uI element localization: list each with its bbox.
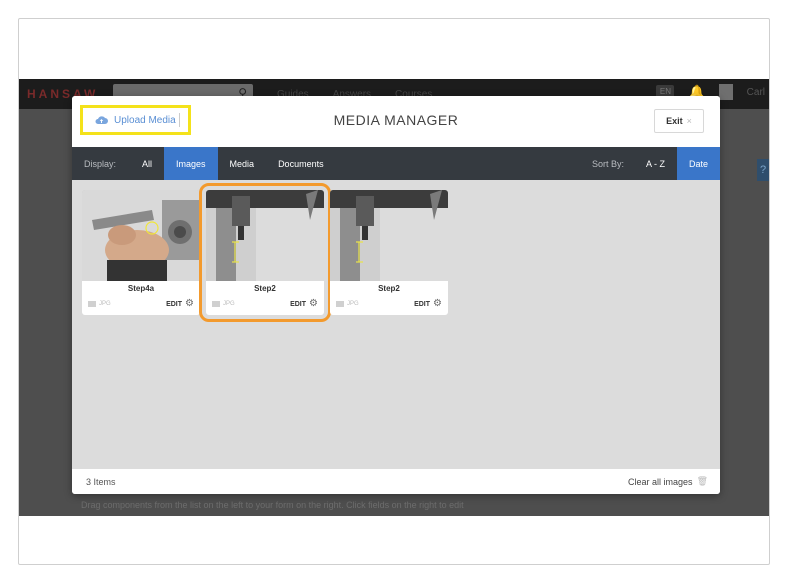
filter-documents[interactable]: Documents [266,147,336,180]
filter-toolbar: Display: All Images Media Documents Sort… [72,147,720,180]
media-name: Step2 [254,284,276,293]
screenshot-frame: HANSAW ⚲ Guides Answers Courses EN 🔔 Car… [18,18,770,565]
file-type-label: JPG [347,301,359,307]
thumbnail-image[interactable] [82,190,200,281]
image-file-icon [88,301,96,307]
sort-date[interactable]: Date [676,147,720,180]
trash-icon: 🗑 [696,476,708,486]
media-card[interactable]: Step4a JPG EDIT ⚙ [82,190,200,315]
gear-icon: ⚙ [433,298,442,309]
filter-media[interactable]: Media [218,147,267,180]
editor-instructions: Drag components from the list on the lef… [81,500,464,510]
file-type-label: JPG [99,301,111,307]
help-button[interactable]: ? [757,159,769,181]
media-manager-modal: Upload Media MEDIA MANAGER Exit × Displa… [72,96,720,494]
media-card-selected[interactable]: Step2 JPG EDIT ⚙ [199,183,331,322]
file-type: JPG [336,301,359,307]
gear-icon: ⚙ [309,298,318,309]
media-name: Step2 [378,284,400,293]
clear-all-label: Clear all images [628,476,693,487]
app-screen: HANSAW ⚲ Guides Answers Courses EN 🔔 Car… [19,79,769,516]
filter-images[interactable]: Images [164,147,218,180]
exit-button[interactable]: Exit × [654,109,704,133]
image-file-icon [212,301,220,307]
thumbnail-image[interactable] [330,190,448,281]
display-label: Display: [84,158,117,169]
edit-button[interactable]: EDIT ⚙ [290,299,318,309]
media-grid: Step4a JPG EDIT ⚙ Step2 JPG EDIT ⚙ Step2… [82,183,450,322]
edit-label: EDIT [166,300,183,308]
file-type: JPG [88,301,111,307]
image-file-icon [336,301,344,307]
edit-label: EDIT [414,300,431,308]
modal-footer: 3 Items Clear all images 🗑 [72,469,720,494]
modal-title: MEDIA MANAGER [333,112,459,128]
sort-options: Sort By: A - Z Date [580,147,720,180]
file-type-label: JPG [223,301,235,307]
user-name[interactable]: Carl [747,87,765,98]
exit-label: Exit [666,116,683,126]
sort-label: Sort By: [591,158,624,169]
close-icon: × [686,116,692,126]
clear-all-images-button[interactable]: Clear all images 🗑 [628,476,708,487]
media-name: Step4a [127,284,155,293]
edit-button[interactable]: EDIT ⚙ [414,299,442,309]
media-card[interactable]: Step2 JPG EDIT ⚙ [330,190,448,315]
file-type: JPG [212,301,235,307]
display-filters: Display: All Images Media Documents [72,147,336,180]
media-card-footer: JPG EDIT ⚙ [82,293,200,315]
gear-icon: ⚙ [185,298,194,309]
media-card-footer: JPG EDIT ⚙ [330,293,448,315]
modal-header: Upload Media MEDIA MANAGER Exit × [72,96,720,147]
filter-all[interactable]: All [130,147,164,180]
edit-button[interactable]: EDIT ⚙ [166,299,194,309]
thumbnail-image[interactable] [206,190,324,281]
avatar[interactable] [718,84,733,100]
sort-a-z[interactable]: A - Z [634,147,677,180]
item-count: 3 Items [86,476,116,487]
media-card-footer: JPG EDIT ⚙ [206,293,324,315]
edit-label: EDIT [290,300,307,308]
